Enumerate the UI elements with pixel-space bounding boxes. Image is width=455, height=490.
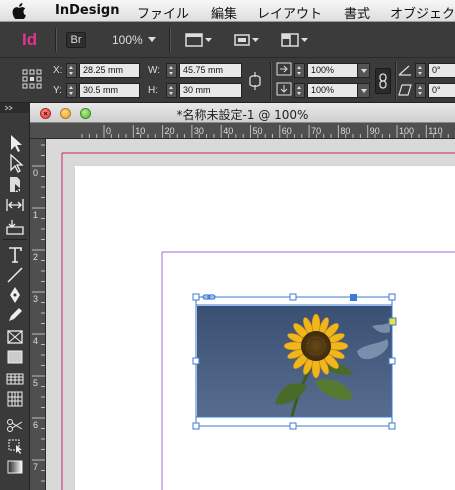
direct-selection-tool-icon[interactable] — [4, 153, 26, 173]
zoom-dropdown-icon[interactable] — [148, 37, 156, 43]
menu-edit[interactable]: 編集 — [211, 3, 237, 22]
pasteboard[interactable] — [46, 139, 455, 490]
scale-x-dropdown[interactable] — [357, 63, 370, 78]
page-tool-icon[interactable] — [4, 175, 26, 195]
y-field[interactable]: 30.5 mm — [79, 83, 140, 98]
indesign-logo: Id — [22, 30, 38, 49]
ruler-label: 6 — [33, 420, 38, 430]
ruler-label: 1 — [33, 210, 38, 220]
line-tool-icon[interactable] — [4, 265, 26, 285]
document-title: *名称未設定-1 @ 100% — [176, 108, 309, 122]
ruler-label: 7 — [33, 462, 38, 472]
ruler-label: 4 — [33, 336, 38, 346]
shear-field[interactable]: 0° — [428, 83, 455, 98]
type-tool-icon[interactable] — [4, 245, 26, 265]
menu-file[interactable]: ファイル — [137, 3, 189, 22]
ruler-label: 3 — [33, 294, 38, 304]
view-options-icon[interactable] — [185, 32, 213, 48]
content-collector-tool-icon[interactable] — [4, 217, 26, 237]
apple-menu-icon[interactable] — [12, 3, 26, 19]
ruler-label: 20 — [165, 126, 175, 136]
menu-bar: InDesign ファイル 編集 レイアウト 書式 オブジェク — [0, 0, 455, 22]
ruler-label: 0 — [33, 168, 38, 178]
ruler-label: 110 — [428, 126, 442, 136]
ruler-label: 10 — [135, 126, 145, 136]
y-stepper[interactable] — [66, 83, 77, 98]
constrain-proportions-icon[interactable] — [247, 71, 263, 91]
document-title-bar: *名称未設定-1 @ 100% — [30, 103, 455, 123]
zoom-level[interactable]: 100% — [112, 33, 143, 47]
divider — [395, 62, 396, 100]
ruler-label: 30 — [194, 126, 204, 136]
pencil-tool-icon[interactable] — [4, 305, 26, 325]
selection-tool-icon[interactable] — [4, 133, 26, 153]
h-label: H: — [148, 85, 158, 96]
scale-y-field[interactable]: 100% — [307, 83, 358, 98]
w-label: W: — [148, 65, 161, 76]
menu-object[interactable]: オブジェク — [390, 3, 455, 22]
control-panel: X: 28.25 mm Y: 30.5 mm W: 45.75 mm H: 30… — [0, 58, 455, 103]
gradient-tool-icon[interactable] — [4, 457, 26, 477]
scale-y-dropdown[interactable] — [357, 83, 370, 98]
bridge-button[interactable]: Br — [66, 32, 86, 48]
vertical-grid-tool-icon[interactable] — [4, 389, 26, 409]
rectangle-tool-icon[interactable] — [4, 347, 26, 367]
w-field[interactable]: 45.75 mm — [179, 63, 242, 78]
collapse-icon[interactable] — [4, 105, 14, 111]
rotation-angle-icon — [398, 65, 411, 76]
divider — [169, 28, 170, 52]
ruler-label: 60 — [282, 126, 292, 136]
divider — [55, 28, 56, 52]
shear-angle-icon — [398, 84, 412, 96]
arrange-documents-icon[interactable] — [281, 32, 309, 48]
scale-x-stepper[interactable] — [294, 63, 305, 78]
horizontal-grid-tool-icon[interactable] — [4, 369, 26, 389]
tools-panel — [0, 103, 30, 490]
tools-panel-header[interactable] — [0, 103, 30, 113]
gap-tool-icon[interactable] — [4, 195, 26, 215]
chain-link-icon — [379, 73, 387, 89]
selection-handles[interactable] — [46, 139, 455, 490]
divider — [270, 62, 271, 100]
scale-y-icon — [276, 82, 292, 96]
x-field[interactable]: 28.25 mm — [79, 63, 140, 78]
reference-point-icon[interactable] — [22, 69, 42, 89]
pen-tool-icon[interactable] — [4, 285, 26, 305]
ruler-label: 70 — [311, 126, 321, 136]
ruler-label: 0 — [106, 126, 111, 136]
scissors-tool-icon[interactable] — [4, 415, 26, 435]
scale-y-stepper[interactable] — [294, 83, 305, 98]
scale-x-field[interactable]: 100% — [307, 63, 358, 78]
free-transform-tool-icon[interactable] — [4, 435, 26, 455]
constrain-scale-button[interactable] — [375, 68, 391, 94]
menu-app-name[interactable]: InDesign — [55, 3, 119, 18]
screen-mode-icon[interactable] — [233, 32, 261, 48]
y-label: Y: — [53, 85, 62, 96]
vertical-ruler[interactable]: 0 1 2 3 4 5 6 7 — [30, 139, 46, 490]
h-field[interactable]: 30 mm — [179, 83, 242, 98]
rotation-stepper[interactable] — [415, 63, 426, 78]
shear-stepper[interactable] — [415, 83, 426, 98]
menu-type[interactable]: 書式 — [344, 3, 370, 22]
x-stepper[interactable] — [66, 63, 77, 78]
ruler-label: 90 — [370, 126, 380, 136]
w-stepper[interactable] — [166, 63, 177, 78]
x-label: X: — [53, 65, 63, 76]
rectangle-frame-tool-icon[interactable] — [4, 327, 26, 347]
horizontal-ruler[interactable]: 0 10 20 30 40 50 60 70 80 90 100 110 — [30, 123, 455, 139]
ruler-label: 100 — [399, 126, 414, 136]
scale-x-icon — [276, 62, 292, 76]
application-bar: Id Br 100% — [0, 22, 455, 58]
ruler-label: 50 — [253, 126, 263, 136]
ruler-label: 5 — [33, 378, 38, 388]
menu-layout[interactable]: レイアウト — [257, 3, 322, 22]
rotation-field[interactable]: 0° — [428, 63, 455, 78]
ruler-label: 40 — [223, 126, 233, 136]
h-stepper[interactable] — [166, 83, 177, 98]
tools-divider — [3, 239, 27, 240]
ruler-label: 80 — [340, 126, 350, 136]
ruler-label: 2 — [33, 252, 38, 262]
